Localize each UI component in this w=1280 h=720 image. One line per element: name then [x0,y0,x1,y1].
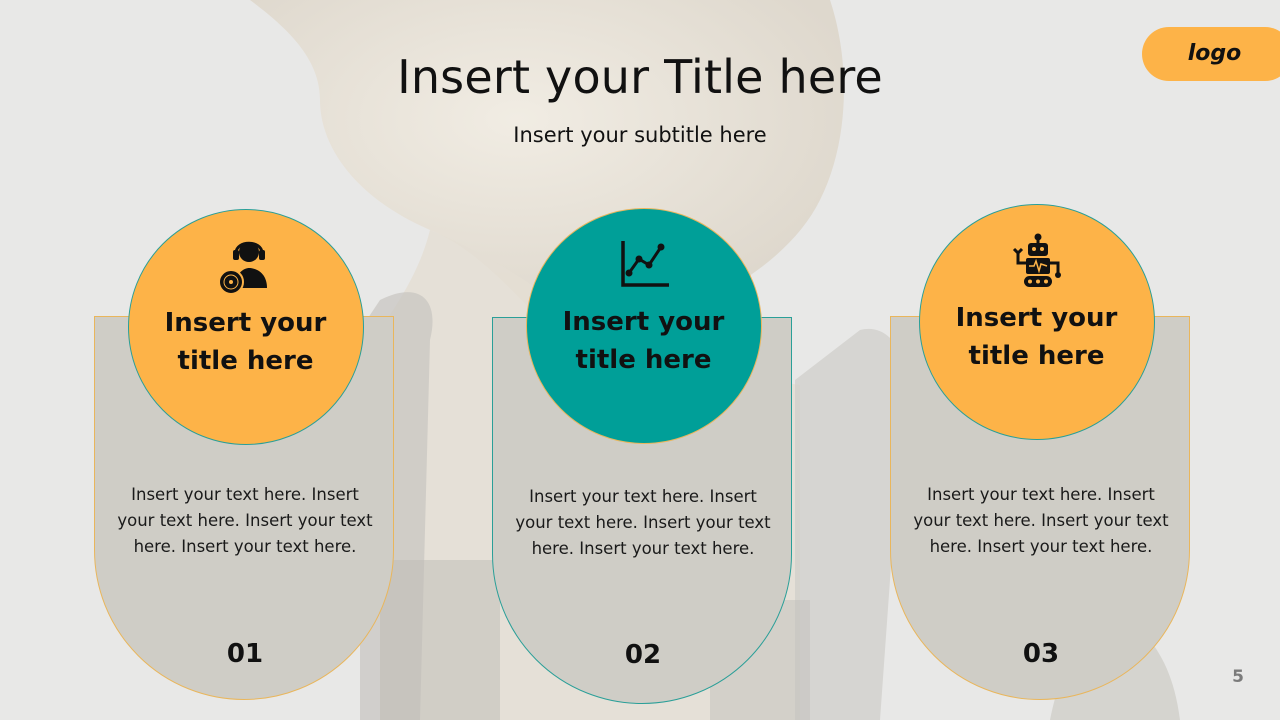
card-number: 02 [624,640,662,670]
card-title-line-1: Insert your [164,308,327,338]
card-3-circle: Insert your title here [919,204,1155,440]
page-subtitle: Insert your subtitle here [513,123,767,147]
headphones-user-vinyl-icon [218,241,267,294]
card-title-line-2: title here [177,346,314,376]
card-title: Insert your title here [129,304,362,380]
card-title-line-1: Insert your [562,307,725,337]
card-title-line-2: title here [968,341,1105,371]
line-chart-icon [621,241,669,287]
card-text: Insert your text here. Insert your text … [913,485,1169,556]
card-title-line-1: Insert your [955,303,1118,333]
card-2-circle: Insert your title here [526,208,762,444]
card-title-line-2: title here [575,345,712,375]
card-text: Insert your text here. Insert your text … [117,485,373,556]
card-number: 03 [1022,639,1060,669]
page-number: 5 [1232,667,1244,687]
card-title: Insert your title here [527,303,760,379]
card-text: Insert your text here. Insert your text … [515,487,771,558]
page-title: Insert your Title here [397,50,883,104]
card-title: Insert your title here [920,299,1153,375]
robot-icon [1012,233,1061,287]
card-1-circle: Insert your title here [128,209,364,445]
card-number: 01 [226,639,264,669]
